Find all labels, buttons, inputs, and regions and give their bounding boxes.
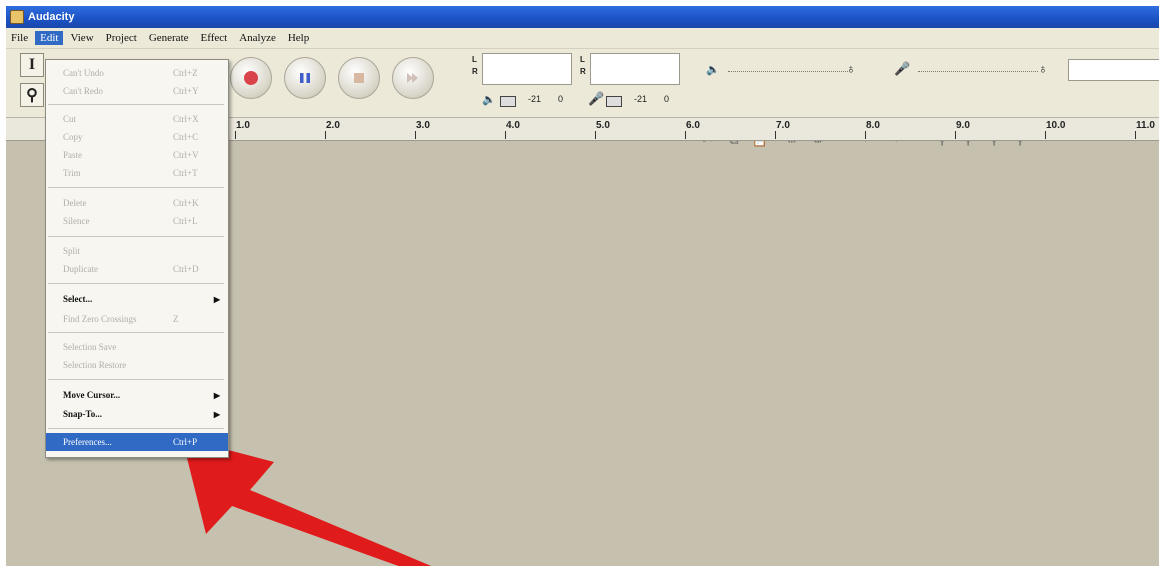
edit-menu-dropdown: Can't Undo Ctrl+Z Can't Redo Ctrl+Y Cut Ctr… [45,59,229,458]
menu-item-shortcut: Ctrl+X [173,114,199,124]
menu-item-label: Cut [63,114,77,124]
menu-item-cut[interactable]: Cut Ctrl+X [46,110,228,128]
menu-item-shortcut: Ctrl+V [173,150,199,160]
menu-item-label: Duplicate [63,264,98,274]
menu-item-split[interactable]: Split [46,242,228,260]
menu-item-shortcut: Ctrl+L [173,216,198,226]
menu-item-label: Delete [63,198,87,208]
menu-item-label: Silence [63,216,90,226]
menu-item-label: Find Zero Crossings [63,314,137,324]
menu-item-shortcut: Ctrl+Z [173,68,198,78]
menu-item-redo[interactable]: Can't Redo Ctrl+Y [46,82,228,100]
menu-item-selection-save[interactable]: Selection Save [46,338,228,356]
menu-item-delete[interactable]: Delete Ctrl+K [46,194,228,212]
menu-item-shortcut: Z [173,314,179,324]
menu-item-label: Paste [63,150,82,160]
menu-item-label: Select... [63,294,93,304]
menu-item-find-zero-crossings[interactable]: Find Zero Crossings Z [46,310,228,328]
menu-item-snap-to[interactable]: Snap-To... ▶ [46,405,228,423]
menu-item-label: Copy [63,132,83,142]
menu-item-selection-restore[interactable]: Selection Restore [46,356,228,374]
menu-item-silence[interactable]: Silence Ctrl+L [46,212,228,230]
menu-item-label: Can't Redo [63,86,103,96]
menu-item-preferences[interactable]: Preferences... Ctrl+P [46,433,228,451]
menu-item-shortcut: Ctrl+C [173,132,199,142]
menu-item-paste[interactable]: Paste Ctrl+V [46,146,228,164]
submenu-arrow-icon: ▶ [213,294,220,304]
menu-item-shortcut: Ctrl+T [173,168,198,178]
submenu-arrow-icon: ▶ [213,409,220,419]
menu-item-move-cursor[interactable]: Move Cursor... ▶ [46,386,228,404]
menu-item-label: Move Cursor... [63,390,121,400]
menu-item-label: Split [63,246,81,256]
menu-item-trim[interactable]: Trim Ctrl+T [46,164,228,182]
menu-separator [48,379,224,380]
menu-item-shortcut: Ctrl+P [173,437,198,447]
menu-item-select[interactable]: Select... ▶ [46,290,228,308]
menu-item-label: Trim [63,168,81,178]
menu-item-label: Selection Restore [63,360,127,370]
menu-separator [48,104,224,105]
menu-item-label: Selection Save [63,342,117,352]
menu-item-shortcut: Ctrl+Y [173,86,199,96]
menu-item-undo[interactable]: Can't Undo Ctrl+Z [46,64,228,82]
menu-item-duplicate[interactable]: Duplicate Ctrl+D [46,260,228,278]
menu-item-copy[interactable]: Copy Ctrl+C [46,128,228,146]
menu-separator [48,332,224,333]
menu-separator [48,236,224,237]
menu-separator [48,187,224,188]
menu-separator [48,283,224,284]
menu-item-label: Snap-To... [63,409,102,419]
audacity-window: Audacity File Edit View Project Generate… [6,6,1159,566]
submenu-arrow-icon: ▶ [213,390,220,400]
menu-item-label: Preferences... [63,437,112,447]
menu-separator [48,428,224,429]
menu-item-shortcut: Ctrl+D [173,264,199,274]
menu-item-label: Can't Undo [63,68,104,78]
menu-item-shortcut: Ctrl+K [173,198,199,208]
